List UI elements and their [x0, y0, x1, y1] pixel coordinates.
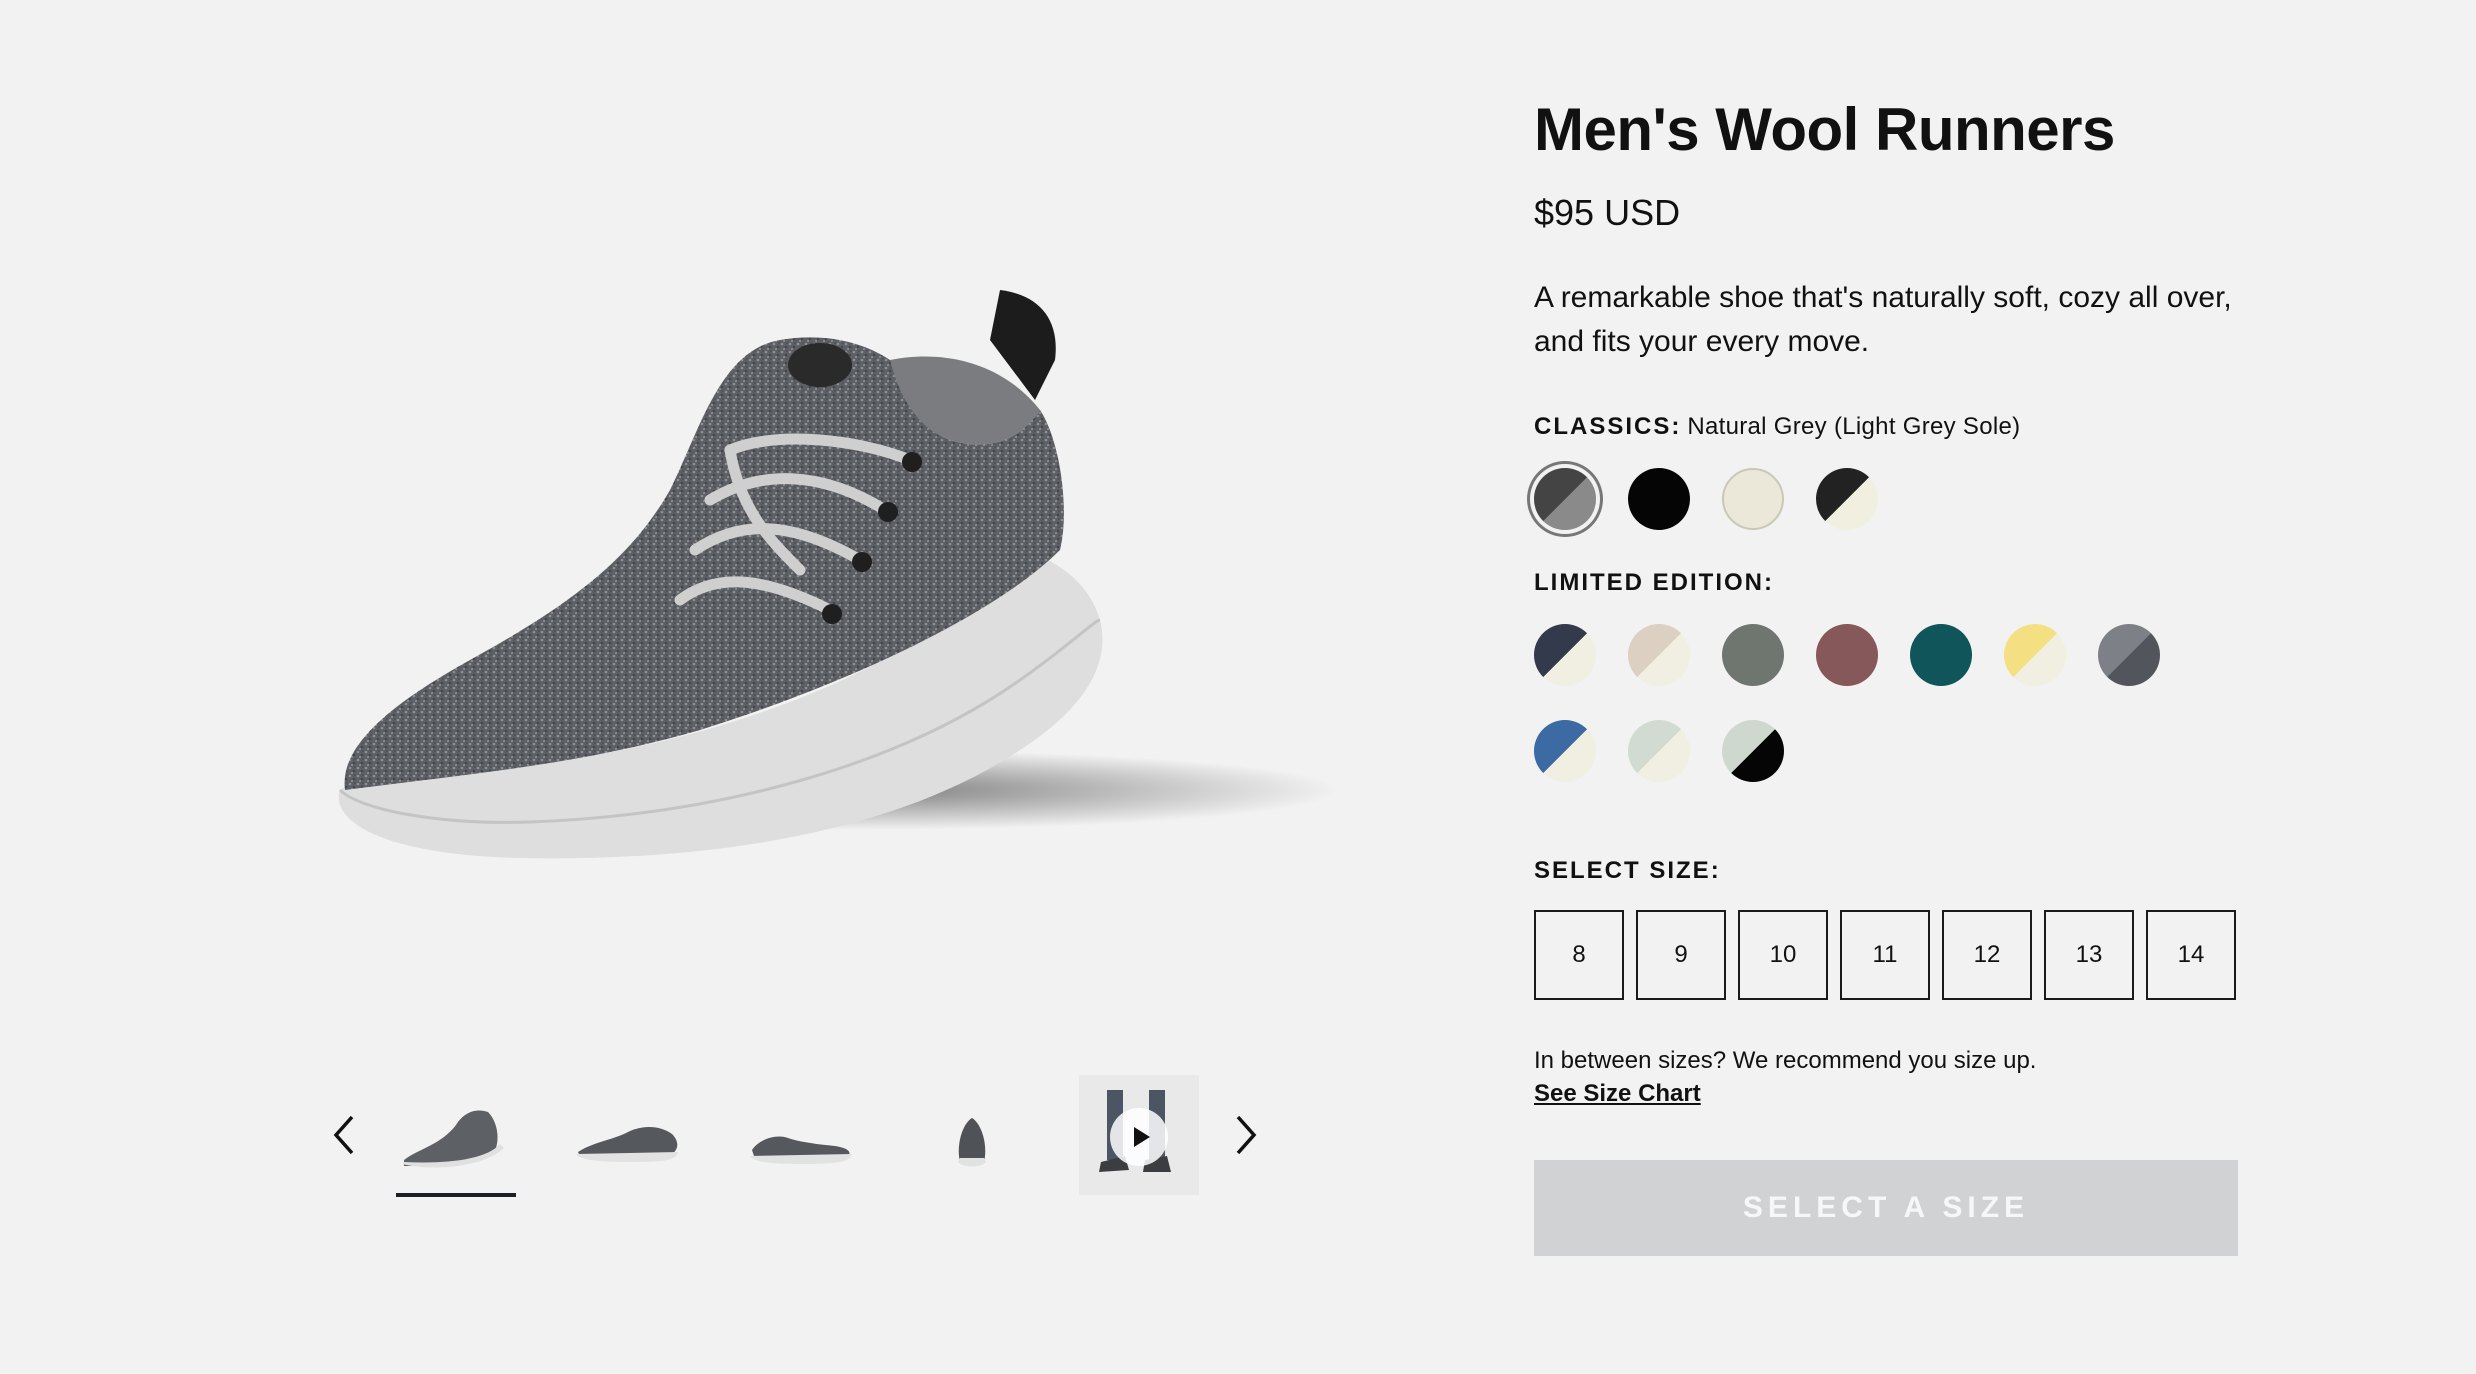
thumbnail-video[interactable]: [1079, 1075, 1199, 1195]
limited-color-swatch-5[interactable]: [1910, 624, 1972, 686]
shoe-illustration: [338, 290, 1340, 859]
hero-image: [300, 190, 1340, 950]
product-title: Men's Wool Runners: [1534, 96, 2115, 163]
thumbnail-three-quarter[interactable]: [391, 1075, 521, 1197]
classics-heading: CLASSICS:: [1534, 413, 1682, 440]
thumbnail-other-side[interactable]: [735, 1075, 865, 1195]
select-size-label: SELECT SIZE:: [1534, 857, 1721, 884]
product-page: Men's Wool Runners $95 USD A remarkable …: [0, 0, 2476, 1374]
select-size-button[interactable]: SELECT A SIZE: [1534, 1160, 2238, 1256]
limited-color-swatch-8[interactable]: [1534, 720, 1596, 782]
size-options: 8 9 10 11 12 13 14: [1534, 910, 2254, 1000]
product-description: A remarkable shoe that's naturally soft,…: [1534, 281, 2232, 358]
carousel-next-button[interactable]: [1220, 1105, 1270, 1165]
classic-color-swatch-2[interactable]: [1628, 468, 1690, 530]
size-option-14[interactable]: 14: [2146, 910, 2236, 1000]
size-option-13[interactable]: 13: [2044, 910, 2134, 1000]
chevron-left-icon: [333, 1115, 354, 1155]
classic-color-swatch-4[interactable]: [1816, 468, 1878, 530]
shoe-thumbnail-image: [958, 1118, 986, 1167]
limited-color-swatch-7[interactable]: [2098, 624, 2160, 686]
classic-color-swatch-1[interactable]: [1534, 468, 1596, 530]
play-icon: [1110, 1108, 1168, 1167]
limited-color-swatch-1[interactable]: [1534, 624, 1596, 686]
thumbnail-side[interactable]: [563, 1075, 693, 1195]
chevron-right-icon: [1236, 1115, 1257, 1155]
product-details: Men's Wool Runners $95 USD A remarkable …: [1534, 90, 2254, 1256]
limited-edition-label: LIMITED EDITION:: [1534, 569, 1774, 596]
shoe-thumbnail-image: [750, 1136, 852, 1164]
size-option-11[interactable]: 11: [1840, 910, 1930, 1000]
carousel-prev-button[interactable]: [320, 1105, 370, 1165]
limited-color-swatch-3[interactable]: [1722, 624, 1784, 686]
thumbnail-back[interactable]: [907, 1075, 1037, 1195]
size-hint: In between sizes? We recommend you size …: [1534, 1047, 2037, 1074]
size-chart-link[interactable]: See Size Chart: [1534, 1078, 1701, 1110]
size-option-12[interactable]: 12: [1942, 910, 2032, 1000]
limited-color-swatch-6[interactable]: [2004, 624, 2066, 686]
thumbnail-carousel: [320, 1070, 1280, 1200]
product-price: $95 USD: [1534, 192, 1681, 233]
limited-color-swatch-2[interactable]: [1628, 624, 1690, 686]
limited-edition-swatches: [1534, 624, 2254, 816]
classic-color-swatch-3[interactable]: [1722, 468, 1784, 530]
shoe-thumbnail-image: [576, 1127, 678, 1162]
classics-swatches: [1534, 468, 2254, 530]
classics-label: CLASSICS: Natural Grey (Light Grey Sole): [1534, 412, 2254, 442]
shoe-thumbnail-image: [402, 1110, 504, 1168]
limited-color-swatch-4[interactable]: [1816, 624, 1878, 686]
size-option-9[interactable]: 9: [1636, 910, 1726, 1000]
size-option-10[interactable]: 10: [1738, 910, 1828, 1000]
limited-color-swatch-9[interactable]: [1628, 720, 1690, 782]
size-option-8[interactable]: 8: [1534, 910, 1624, 1000]
limited-color-swatch-10[interactable]: [1722, 720, 1784, 782]
selected-color-name: Natural Grey (Light Grey Sole): [1687, 413, 2021, 440]
